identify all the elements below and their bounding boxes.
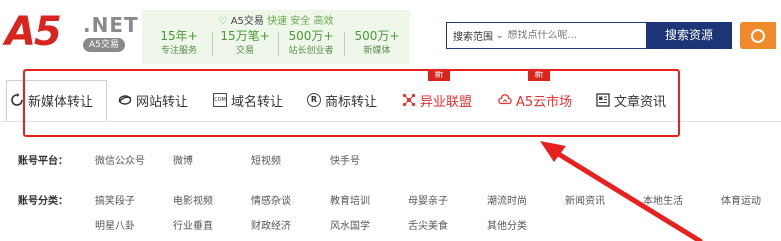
logo-a5-text: A5 (5, 9, 62, 55)
stat-years: 15年+ 专注服务 (148, 28, 210, 58)
stat-label: 新媒体 (363, 46, 391, 56)
stat-num: 500万+ (354, 29, 400, 43)
category-item[interactable]: 本地生活 (643, 192, 683, 207)
stat-divider (212, 32, 213, 56)
category-item[interactable]: 舌尖美食 (408, 217, 448, 232)
stats-brand: A5交易 (230, 16, 264, 27)
stat-num: 500万+ (288, 29, 334, 43)
category-item[interactable]: 潮流时尚 (487, 192, 527, 207)
stats-tagline: 快速 安全 高效 (267, 16, 334, 27)
category-item[interactable]: 行业垂直 (173, 217, 213, 232)
category-item[interactable]: 体育运动 (721, 192, 761, 207)
platform-item[interactable]: 微信公众号 (95, 152, 145, 167)
category-item[interactable]: 明星八卦 (95, 217, 135, 232)
stat-label: 交易 (235, 46, 254, 56)
search-scope-select[interactable]: 搜索范围 (447, 28, 493, 43)
stat-num: 15年+ (160, 29, 198, 43)
platform-label: 账号平台： (18, 156, 68, 167)
category-item[interactable]: 新闻资讯 (565, 192, 605, 207)
search-bar: 搜索范围 ⌄ (446, 22, 646, 49)
stats-banner: ♡ A5交易 快速 安全 高效 15年+ 专注服务 15万笔+ 交易 500万+… (142, 10, 410, 64)
category-item[interactable]: 母婴亲子 (408, 192, 448, 207)
category-label: 账号分类： (18, 196, 68, 207)
shield-check-icon: ♡ (218, 16, 228, 27)
stat-label: 站长创业者 (288, 46, 334, 56)
category-item[interactable]: 财政经济 (251, 217, 291, 232)
category-item[interactable]: 其他分类 (487, 217, 527, 232)
stat-webmasters: 500万+ 站长创业者 (280, 28, 342, 58)
stat-num: 15万笔+ (220, 29, 270, 43)
stat-divider (344, 32, 345, 56)
stat-label: 专注服务 (160, 46, 197, 56)
chevron-down-icon[interactable]: ⌄ (496, 31, 504, 41)
platform-item[interactable]: 微博 (173, 152, 193, 167)
stat-deals: 15万笔+ 交易 (214, 28, 276, 58)
stats-title: ♡ A5交易 快速 安全 高效 (142, 12, 410, 27)
search-input[interactable] (507, 30, 608, 41)
logo-badge: A5交易 (83, 38, 125, 52)
stat-new-media: 500万+ 新媒体 (346, 28, 408, 58)
refresh-icon (11, 93, 23, 106)
logo-net-text: .NET (83, 13, 139, 37)
site-logo[interactable]: A5 .NET A5交易 (5, 9, 138, 60)
highlight-box (23, 69, 680, 137)
category-item[interactable]: 情感杂谈 (251, 192, 291, 207)
category-item[interactable]: 搞笑段子 (95, 192, 135, 207)
stat-divider (278, 32, 279, 56)
category-item[interactable]: 风水国学 (330, 217, 370, 232)
platform-item[interactable]: 短视频 (251, 152, 281, 167)
search-button[interactable]: 搜索资源 (646, 22, 732, 49)
category-item[interactable]: 教育培训 (330, 192, 370, 207)
orange-app-icon[interactable] (740, 22, 776, 49)
category-item[interactable]: 电影视频 (173, 192, 213, 207)
platform-item[interactable]: 快手号 (330, 152, 360, 167)
